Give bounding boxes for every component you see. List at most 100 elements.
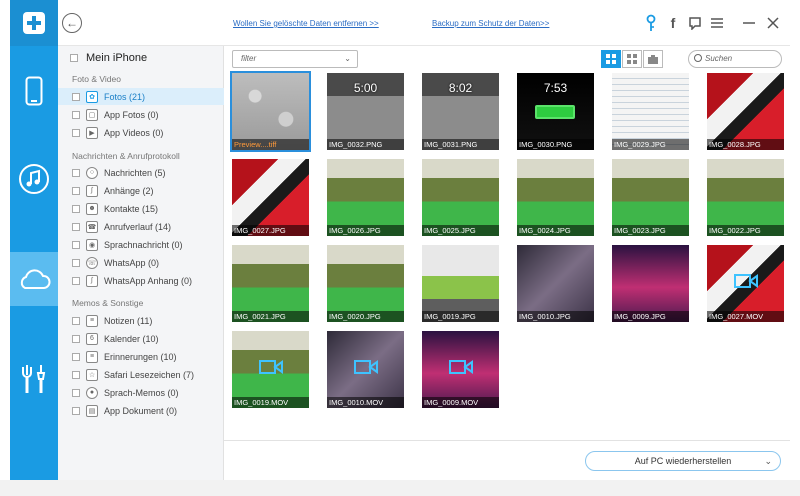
- sidebar-item-notizen[interactable]: ≡ Notizen (11): [58, 312, 224, 329]
- minimize-icon[interactable]: [740, 13, 758, 33]
- nav-tools-icon[interactable]: [10, 352, 58, 406]
- restore-to-pc-button[interactable]: Auf PC wiederherstellen ⌄: [585, 451, 781, 471]
- checkbox[interactable]: [72, 240, 80, 249]
- checkbox[interactable]: [72, 334, 80, 343]
- backup-link[interactable]: Backup zum Schutz der Daten>>: [432, 19, 549, 28]
- thumbnail-filename: IMG_0020.JPG: [327, 311, 404, 322]
- thumbnail-photo[interactable]: Preview....tiff: [230, 71, 311, 152]
- folder-view-button[interactable]: [643, 50, 663, 68]
- call-log-icon: ☎: [86, 220, 98, 233]
- sidebar-item-app-videos[interactable]: ▶ App Videos (0): [58, 124, 224, 141]
- checkbox[interactable]: [72, 204, 80, 213]
- checkbox[interactable]: [72, 352, 80, 361]
- back-button[interactable]: ←: [62, 13, 82, 33]
- sidebar-item-kontakte[interactable]: ☻ Kontakte (15): [58, 200, 224, 217]
- grid-large-view-button[interactable]: [601, 50, 621, 68]
- thumbnail-video[interactable]: IMG_0010.MOV: [327, 331, 404, 408]
- thumbnail-clock: 5:00: [353, 81, 378, 95]
- sidebar-item-whatsapp-anhang[interactable]: ∫ WhatsApp Anhang (0): [58, 272, 224, 289]
- checkbox[interactable]: [72, 276, 80, 285]
- thumbnail-photo[interactable]: IMG_0022.JPG: [707, 159, 784, 236]
- grid-small-view-button[interactable]: [622, 50, 642, 68]
- facebook-icon[interactable]: f: [664, 13, 682, 33]
- thumbnail-photo[interactable]: IMG_0020.JPG: [327, 245, 404, 322]
- feedback-icon[interactable]: [686, 13, 704, 33]
- chevron-down-icon: ⌄: [344, 54, 351, 63]
- thumbnail-photo[interactable]: 5:00 IMG_0032.PNG: [327, 73, 404, 150]
- checkbox[interactable]: [72, 370, 80, 379]
- checkbox[interactable]: [72, 110, 80, 119]
- sidebar-item-sprachnachricht[interactable]: ◉ Sprachnachricht (0): [58, 236, 224, 253]
- thumbnail-photo[interactable]: IMG_0025.JPG: [422, 159, 499, 236]
- thumbnail-filename: Preview....tiff: [232, 139, 309, 150]
- device-header[interactable]: Mein iPhone: [70, 52, 147, 64]
- contacts-icon: ☻: [86, 202, 98, 215]
- thumbnail-photo[interactable]: IMG_0019.JPG: [422, 245, 499, 322]
- thumbnail-video[interactable]: IMG_0009.MOV: [422, 331, 499, 408]
- thumbnail-photo[interactable]: IMG_0023.JPG: [612, 159, 689, 236]
- search-icon: [694, 54, 702, 62]
- search-input[interactable]: Suchen: [688, 50, 782, 68]
- checkbox[interactable]: [72, 128, 80, 137]
- close-icon[interactable]: [764, 13, 782, 33]
- checkbox[interactable]: [72, 92, 80, 101]
- sidebar-item-label: Sprach-Memos (0): [104, 387, 179, 398]
- sidebar-item-app-dokument[interactable]: ▤ App Dokument (0): [58, 402, 224, 419]
- filter-dropdown[interactable]: filter ⌄: [232, 50, 358, 68]
- thumbnail-photo[interactable]: IMG_0026.JPG: [327, 159, 404, 236]
- thumbnail-filename: IMG_0022.JPG: [707, 225, 784, 236]
- nav-cloud-icon[interactable]: [10, 252, 58, 306]
- nav-music-icon[interactable]: [10, 152, 58, 206]
- thumbnail-photo[interactable]: IMG_0029.JPG: [612, 73, 689, 150]
- thumbnail-clock: 8:02: [448, 81, 473, 95]
- thumbnail-photo[interactable]: 7:53 IMG_0030.PNG: [517, 73, 594, 150]
- checkbox[interactable]: [72, 316, 80, 325]
- sidebar-item-label: App Fotos (0): [104, 109, 159, 120]
- thumbnail-photo[interactable]: IMG_0010.JPG: [517, 245, 594, 322]
- menu-icon[interactable]: [708, 13, 726, 33]
- sidebar-item-kalender[interactable]: 6 Kalender (10): [58, 330, 224, 347]
- video-camera-icon: [449, 360, 473, 374]
- sidebar-item-fotos[interactable]: ✿ Fotos (21): [58, 88, 224, 105]
- thumbnail-video[interactable]: IMG_0019.MOV: [232, 331, 309, 408]
- checkbox[interactable]: [72, 406, 80, 415]
- checkbox[interactable]: [72, 222, 80, 231]
- checkbox[interactable]: [72, 258, 80, 267]
- attachment-icon: ∫: [86, 184, 98, 197]
- thumbnail-photo[interactable]: IMG_0021.JPG: [232, 245, 309, 322]
- sidebar-item-sprach-memos[interactable]: ● Sprach-Memos (0): [58, 384, 224, 401]
- nav-rail: [10, 0, 58, 480]
- key-icon[interactable]: [642, 13, 660, 33]
- sidebar-item-anhaenge[interactable]: ∫ Anhänge (2): [58, 182, 224, 199]
- thumbnail-video[interactable]: IMG_0027.MOV: [707, 245, 784, 322]
- sidebar-item-whatsapp[interactable]: ☏ WhatsApp (0): [58, 254, 224, 271]
- checkbox[interactable]: [72, 168, 80, 177]
- thumbnail-photo[interactable]: IMG_0027.JPG: [232, 159, 309, 236]
- checkbox[interactable]: [72, 388, 80, 397]
- nav-phone-icon[interactable]: [10, 64, 58, 118]
- chevron-down-icon: ⌄: [764, 456, 772, 466]
- thumbnail-photo[interactable]: 8:02 IMG_0031.PNG: [422, 73, 499, 150]
- restore-label: Auf PC wiederherstellen: [634, 456, 732, 466]
- app-photo-icon: ▢: [86, 108, 98, 121]
- delete-data-link[interactable]: Wollen Sie gelöschte Daten entfernen >>: [233, 19, 379, 28]
- thumbnail-clock: 7:53: [543, 81, 568, 95]
- voice-memo-icon: ●: [86, 386, 98, 399]
- sidebar-item-safari[interactable]: ☆ Safari Lesezeichen (7): [58, 366, 224, 383]
- thumbnail-photo[interactable]: IMG_0009.JPG: [612, 245, 689, 322]
- thumbnail-photo[interactable]: IMG_0028.JPG: [707, 73, 784, 150]
- thumbnail-photo[interactable]: IMG_0024.JPG: [517, 159, 594, 236]
- device-checkbox[interactable]: [70, 54, 78, 62]
- folder-icon: [648, 54, 658, 64]
- thumbnail-filename: IMG_0032.PNG: [327, 139, 404, 150]
- thumbnail-filename: IMG_0009.MOV: [422, 397, 499, 408]
- sidebar-item-app-fotos[interactable]: ▢ App Fotos (0): [58, 106, 224, 123]
- sidebar-item-anrufverlauf[interactable]: ☎ Anrufverlauf (14): [58, 218, 224, 235]
- thumbnail-filename: IMG_0019.JPG: [422, 311, 499, 322]
- sidebar-item-nachrichten[interactable]: ○ Nachrichten (5): [58, 164, 224, 181]
- sidebar-item-label: Sprachnachricht (0): [104, 239, 183, 250]
- sidebar-item-erinnerungen[interactable]: ≡ Erinnerungen (10): [58, 348, 224, 365]
- sidebar-item-label: Kontakte (15): [104, 203, 159, 214]
- checkbox[interactable]: [72, 186, 80, 195]
- thumbnail-filename: IMG_0027.MOV: [707, 311, 784, 322]
